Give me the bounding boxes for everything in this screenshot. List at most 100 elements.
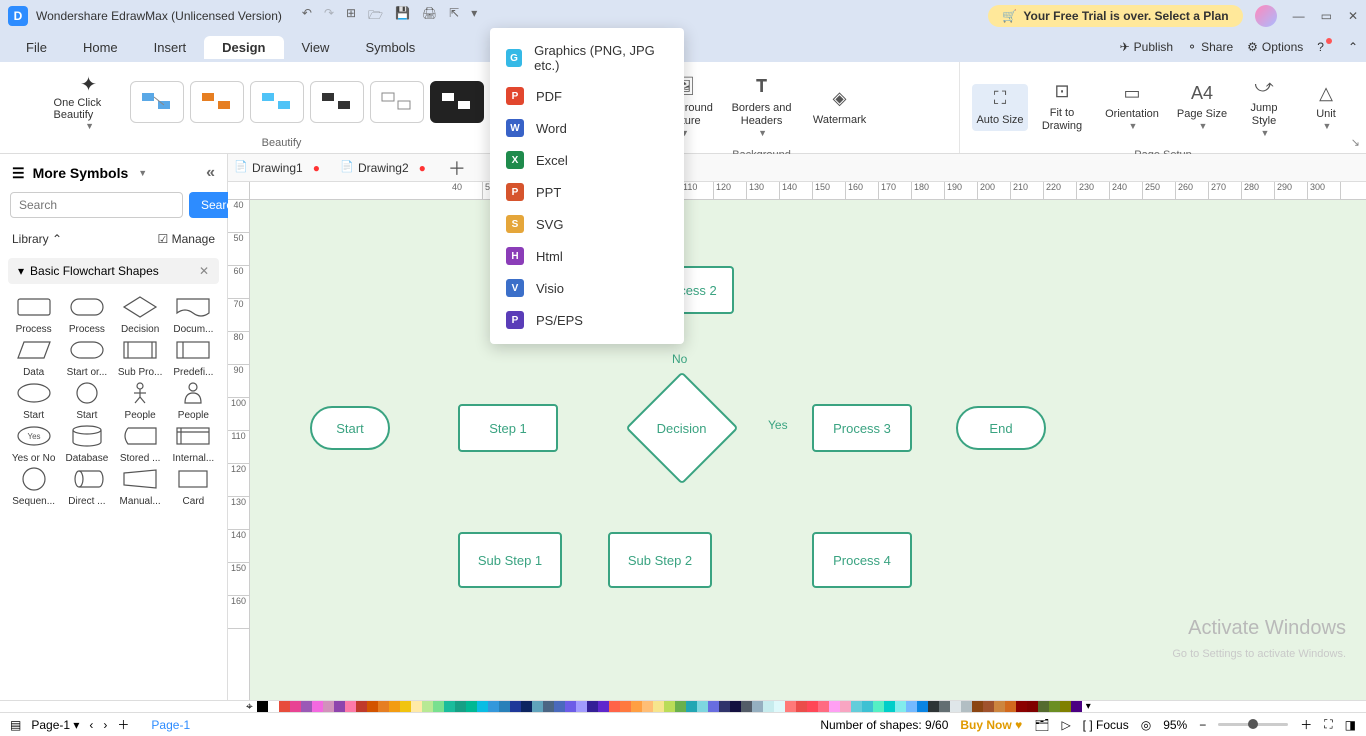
- color-swatch[interactable]: [1049, 701, 1060, 712]
- theme-preset-6[interactable]: [430, 81, 484, 123]
- color-swatch[interactable]: [378, 701, 389, 712]
- export-icon[interactable]: ⇱: [449, 6, 459, 27]
- new-tab-button[interactable]: ＋: [448, 155, 466, 181]
- color-swatch[interactable]: [510, 701, 521, 712]
- color-swatch[interactable]: [1027, 701, 1038, 712]
- color-swatch[interactable]: [708, 701, 719, 712]
- color-swatch[interactable]: [774, 701, 785, 712]
- theme-preset-1[interactable]: [130, 81, 184, 123]
- orientation-button[interactable]: ▭Orientation▼: [1096, 79, 1168, 137]
- color-swatch[interactable]: [433, 701, 444, 712]
- tab-home[interactable]: Home: [65, 36, 136, 59]
- color-swatch[interactable]: [961, 701, 972, 712]
- zoom-slider[interactable]: [1218, 723, 1288, 726]
- prev-page-icon[interactable]: ‹: [89, 718, 93, 732]
- color-swatch[interactable]: [675, 701, 686, 712]
- unit-button[interactable]: △Unit▼: [1298, 79, 1354, 137]
- color-swatch[interactable]: [543, 701, 554, 712]
- theme-preset-4[interactable]: [310, 81, 364, 123]
- color-swatch[interactable]: [576, 701, 587, 712]
- export-pseps-item[interactable]: PPS/EPS: [490, 304, 684, 336]
- shape-item[interactable]: Internal...: [168, 423, 219, 464]
- color-swatch[interactable]: [268, 701, 279, 712]
- color-swatch[interactable]: [972, 701, 983, 712]
- color-swatch[interactable]: [884, 701, 895, 712]
- color-swatch[interactable]: [928, 701, 939, 712]
- color-swatch[interactable]: [1005, 701, 1016, 712]
- page-link[interactable]: Page-1: [151, 718, 190, 732]
- export-word-item[interactable]: WWord: [490, 112, 684, 144]
- present-icon[interactable]: ▷: [1061, 718, 1070, 732]
- undo-icon[interactable]: ↶: [302, 6, 312, 27]
- panel-toggle-icon[interactable]: ◨: [1345, 718, 1356, 732]
- print-icon[interactable]: 🖨: [422, 6, 437, 27]
- fit-page-icon[interactable]: ◎: [1141, 718, 1151, 732]
- more-symbols-header[interactable]: More Symbols: [33, 165, 129, 181]
- node-process4[interactable]: Process 4: [812, 532, 912, 588]
- color-swatch[interactable]: [664, 701, 675, 712]
- node-substep1[interactable]: Sub Step 1: [458, 532, 562, 588]
- new-icon[interactable]: ⊞: [346, 6, 356, 27]
- next-page-icon[interactable]: ›: [103, 718, 107, 732]
- shape-item[interactable]: People: [168, 380, 219, 421]
- theme-preset-5[interactable]: [370, 81, 424, 123]
- minimize-icon[interactable]: —: [1293, 9, 1305, 23]
- color-swatch[interactable]: [785, 701, 796, 712]
- collapse-ribbon-icon[interactable]: ⌃: [1348, 40, 1358, 54]
- shape-item[interactable]: Predefi...: [168, 337, 219, 378]
- close-icon[interactable]: ✕: [1348, 9, 1358, 23]
- buy-now-link[interactable]: Buy Now ♥: [960, 718, 1022, 732]
- save-icon[interactable]: 💾: [395, 6, 410, 27]
- color-swatch[interactable]: [257, 701, 268, 712]
- color-swatch[interactable]: [983, 701, 994, 712]
- one-click-beautify-button[interactable]: ✦ One Click Beautify▼: [54, 72, 124, 131]
- page-list-icon[interactable]: ▤: [10, 718, 21, 732]
- shape-item[interactable]: Database: [61, 423, 112, 464]
- color-swatch[interactable]: [279, 701, 290, 712]
- redo-icon[interactable]: ↷: [324, 6, 334, 27]
- color-swatch[interactable]: [312, 701, 323, 712]
- shape-item[interactable]: Start: [8, 380, 59, 421]
- jump-style-button[interactable]: ⤻Jump Style▼: [1236, 72, 1292, 143]
- symbol-search-input[interactable]: [10, 192, 183, 218]
- open-icon[interactable]: 🗁: [368, 6, 383, 27]
- color-swatch[interactable]: [917, 701, 928, 712]
- layers-icon[interactable]: 🗂: [1034, 718, 1049, 732]
- color-swatch[interactable]: [499, 701, 510, 712]
- palette-more-icon[interactable]: ▾: [1086, 701, 1091, 712]
- drawing-canvas[interactable]: Start Step 1 Decision cess 2 Process 3 E…: [250, 200, 1366, 700]
- node-substep2[interactable]: Sub Step 2: [608, 532, 712, 588]
- export-graphics-item[interactable]: GGraphics (PNG, JPG etc.): [490, 36, 684, 80]
- shape-item[interactable]: Docum...: [168, 294, 219, 335]
- color-swatch[interactable]: [301, 701, 312, 712]
- node-decision[interactable]: Decision: [625, 371, 738, 484]
- export-html-item[interactable]: HHtml: [490, 240, 684, 272]
- export-svg-item[interactable]: SSVG: [490, 208, 684, 240]
- manage-link[interactable]: ☑ Manage: [158, 232, 215, 246]
- color-swatch[interactable]: [763, 701, 774, 712]
- theme-preset-2[interactable]: [190, 81, 244, 123]
- color-swatch[interactable]: [631, 701, 642, 712]
- tab-insert[interactable]: Insert: [136, 36, 205, 59]
- node-start[interactable]: Start: [310, 406, 390, 450]
- shape-item[interactable]: Data: [8, 337, 59, 378]
- node-process3[interactable]: Process 3: [812, 404, 912, 452]
- color-swatch[interactable]: [697, 701, 708, 712]
- color-swatch[interactable]: [873, 701, 884, 712]
- panel-collapse-icon[interactable]: «: [206, 164, 215, 182]
- tab-file[interactable]: File: [8, 36, 65, 59]
- color-swatch[interactable]: [422, 701, 433, 712]
- focus-button[interactable]: [⁠ ] Focus: [1083, 718, 1129, 732]
- color-swatch[interactable]: [950, 701, 961, 712]
- help-icon[interactable]: ?: [1317, 40, 1334, 54]
- color-swatch[interactable]: [829, 701, 840, 712]
- shape-item[interactable]: Manual...: [115, 466, 166, 507]
- export-excel-item[interactable]: XExcel: [490, 144, 684, 176]
- watermark-button[interactable]: ◈Watermark: [804, 84, 876, 131]
- color-swatch[interactable]: [609, 701, 620, 712]
- color-swatch[interactable]: [807, 701, 818, 712]
- color-swatch[interactable]: [466, 701, 477, 712]
- color-swatch[interactable]: [565, 701, 576, 712]
- color-swatch[interactable]: [477, 701, 488, 712]
- page-selector[interactable]: Page-1 ▾: [31, 718, 79, 732]
